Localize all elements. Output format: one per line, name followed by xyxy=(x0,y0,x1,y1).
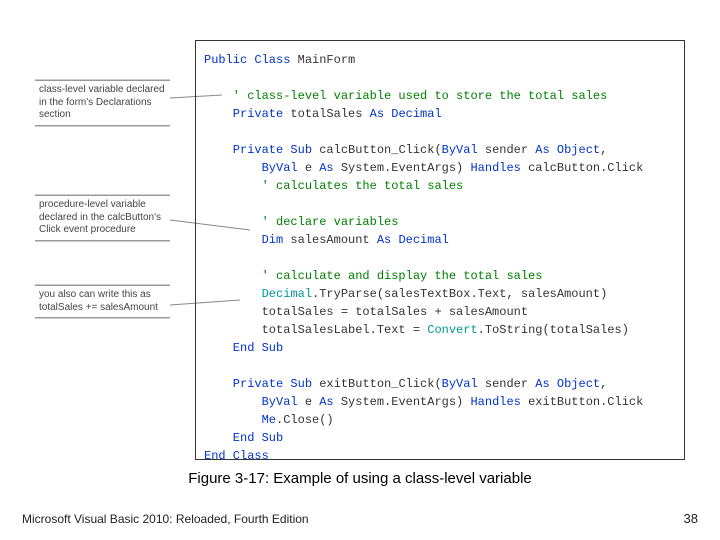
code-token: e xyxy=(298,161,320,175)
code-token: totalSales xyxy=(283,107,369,121)
code-token: .Close() xyxy=(276,413,334,427)
code-token: sender xyxy=(478,143,536,157)
code-token: .TryParse(salesTextBox.Text, salesAmount… xyxy=(312,287,607,301)
footer-book-title: Microsoft Visual Basic 2010: Reloaded, F… xyxy=(22,512,309,526)
code-listing: Public Class MainForm ' class-level vari… xyxy=(195,40,685,460)
code-token: Private Sub xyxy=(204,377,312,391)
code-token: As Object xyxy=(535,377,600,391)
code-token: totalSalesLabel.Text = xyxy=(204,323,427,337)
code-token: Convert xyxy=(427,323,477,337)
code-token: salesAmount xyxy=(283,233,377,247)
code-token: ByVal xyxy=(442,377,478,391)
code-token: exitButton_Click( xyxy=(312,377,442,391)
callout-procedure-level: procedure-level variable declared in the… xyxy=(35,195,170,241)
code-token: calcButton.Click xyxy=(521,161,643,175)
code-token: MainForm xyxy=(290,53,355,67)
code-token: , xyxy=(600,143,607,157)
code-token: System.EventArgs) xyxy=(334,395,471,409)
code-token: Handles xyxy=(470,395,520,409)
callout-class-level: class-level variable declared in the for… xyxy=(35,80,170,126)
code-token: Decimal xyxy=(204,287,312,301)
code-token: , xyxy=(600,377,607,391)
code-token: System.EventArgs) xyxy=(334,161,471,175)
figure-container: class-level variable declared in the for… xyxy=(35,40,685,460)
code-token: Dim xyxy=(204,233,283,247)
code-token: ByVal xyxy=(442,143,478,157)
code-token: Private Sub xyxy=(204,143,312,157)
code-token: calcButton_Click( xyxy=(312,143,442,157)
code-token: End Class xyxy=(204,449,269,463)
figure-caption: Figure 3-17: Example of using a class-le… xyxy=(0,470,720,487)
code-token: As xyxy=(319,161,333,175)
code-token: .ToString(totalSales) xyxy=(478,323,629,337)
code-comment: ' calculate and display the total sales xyxy=(204,269,542,283)
code-token: As Object xyxy=(535,143,600,157)
page-number: 38 xyxy=(684,511,698,526)
code-token: Private xyxy=(204,107,283,121)
code-token: As Decimal xyxy=(377,233,449,247)
code-token: ByVal xyxy=(204,395,298,409)
code-token: totalSales = totalSales + salesAmount xyxy=(204,305,528,319)
code-token: Public Class xyxy=(204,53,290,67)
code-token: e xyxy=(298,395,320,409)
code-token: As Decimal xyxy=(370,107,442,121)
code-token: As xyxy=(319,395,333,409)
callout-alt-syntax: you also can write this as totalSales +=… xyxy=(35,285,170,318)
code-token: End Sub xyxy=(204,341,283,355)
code-comment: ' class-level variable used to store the… xyxy=(204,89,607,103)
code-token: Handles xyxy=(470,161,520,175)
code-comment: ' declare variables xyxy=(204,215,398,229)
code-token: exitButton.Click xyxy=(521,395,643,409)
code-token: Me xyxy=(204,413,276,427)
code-token: ByVal xyxy=(204,161,298,175)
code-comment: ' calculates the total sales xyxy=(204,179,463,193)
code-token: End Sub xyxy=(204,431,283,445)
code-token: sender xyxy=(478,377,536,391)
